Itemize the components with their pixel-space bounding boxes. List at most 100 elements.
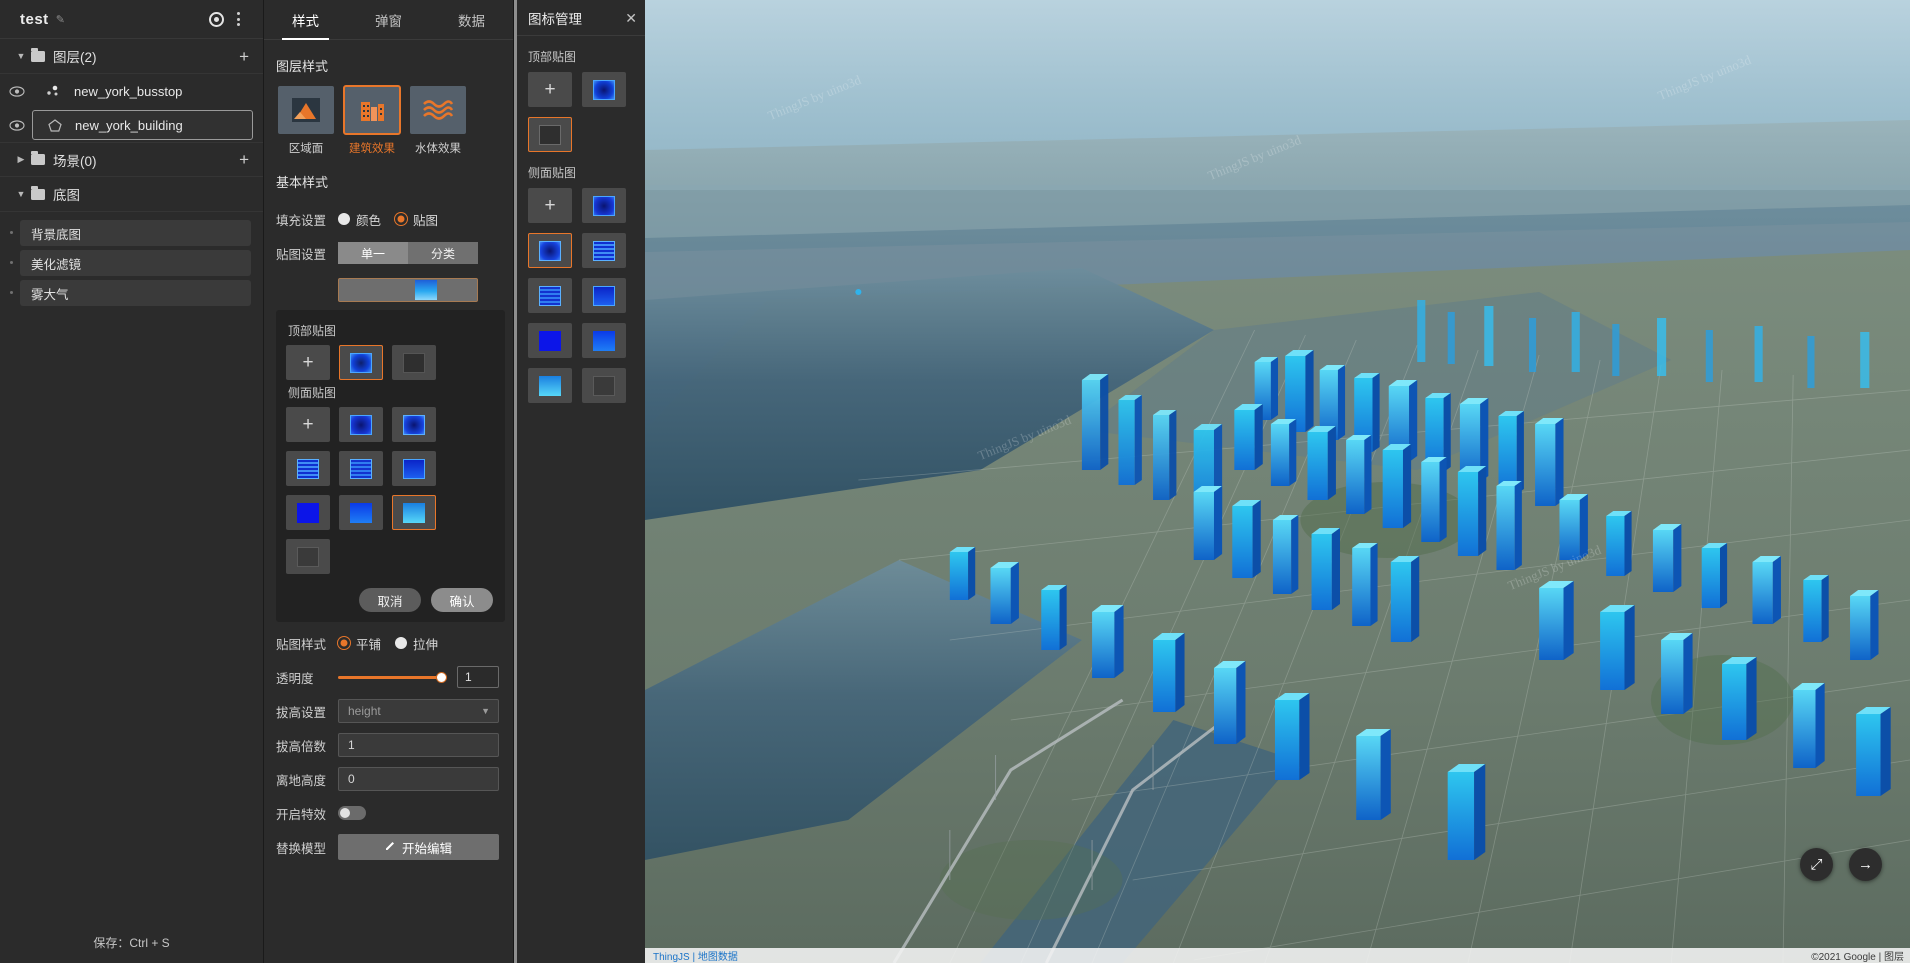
tab-data[interactable]: 数据 [430, 0, 513, 39]
expand-arrows-icon[interactable]: ⤢ [1800, 848, 1833, 881]
layer-item-new-york-busstop[interactable]: new_york_busstop [32, 76, 253, 106]
style-panel: 样式 弹窗 数据 图层样式 区域面 建筑效果 水体效果 基本样式 填充设置 颜色… [264, 0, 514, 963]
texture-swatch-icon [593, 285, 615, 306]
texture-mode-row: 贴图样式 平铺 拉伸 [264, 626, 513, 660]
icon-cell[interactable] [582, 323, 626, 358]
add-texture-button[interactable]: + [286, 345, 330, 380]
layer-style-area-polygon[interactable]: 区域面 [278, 86, 334, 156]
texture-cell[interactable] [392, 495, 436, 530]
style-panel-tabs: 样式 弹窗 数据 [264, 0, 513, 40]
radio-label: 颜色 [356, 213, 382, 228]
texture-cell[interactable] [392, 451, 436, 486]
segment-single[interactable]: 单一 [338, 242, 408, 264]
add-texture-button[interactable]: + [286, 407, 330, 442]
height-field-select[interactable]: height ▼ [338, 699, 499, 723]
radio-tile[interactable]: 平铺 [338, 634, 381, 653]
basemap-item-background[interactable]: 背景底图 [10, 220, 251, 246]
radio-fill-texture[interactable]: 贴图 [395, 210, 438, 229]
slider-knob[interactable] [436, 671, 447, 683]
plus-icon: + [544, 195, 556, 216]
icon-cell[interactable] [528, 368, 572, 403]
layer-style-label: 区域面 [288, 143, 324, 155]
layer-style-building-effect[interactable]: 建筑效果 [343, 85, 401, 156]
confirm-button[interactable]: 确认 [431, 588, 493, 612]
cancel-button[interactable]: 取消 [359, 588, 421, 612]
radio-dot-icon [395, 213, 408, 225]
icon-cell[interactable] [528, 117, 572, 152]
texture-swatch-icon [403, 352, 425, 373]
texture-cell[interactable] [392, 345, 436, 380]
add-scene-button[interactable]: + [239, 151, 249, 168]
edit-title-icon[interactable]: ✎ [56, 13, 65, 26]
opacity-slider[interactable] [338, 670, 447, 684]
ground-offset-input[interactable]: 0 [338, 767, 499, 791]
basemap-list: 背景底图 美化滤镜 雾大气 [0, 212, 263, 306]
start-edit-button[interactable]: 开始编辑 [338, 834, 499, 860]
group-row-basemap[interactable]: ▼ 底图 [0, 177, 263, 212]
texture-cell[interactable] [286, 495, 330, 530]
texture-swatch-thumb [415, 280, 437, 300]
icon-cell[interactable] [582, 233, 626, 268]
icon-cell[interactable] [582, 188, 626, 223]
map-canvas[interactable] [645, 0, 1910, 963]
texture-cell[interactable] [339, 495, 383, 530]
radio-label: 拉伸 [413, 637, 439, 652]
visibility-eye-icon[interactable] [8, 118, 26, 132]
chevron-down-icon: ▼ [481, 706, 490, 716]
popup-side-texture-label: 侧面贴图 [288, 386, 337, 400]
group-row-scenes[interactable]: ▶ 场景(0) + [0, 142, 263, 177]
texture-swatch-icon [593, 330, 615, 351]
group-label-basemap: 底图 [53, 188, 80, 203]
map-viewport[interactable]: ThingJS by uino3d ThingJS by uino3d Thin… [645, 0, 1910, 963]
icon-cell[interactable] [528, 233, 572, 268]
arrow-right-icon[interactable]: → [1849, 848, 1882, 881]
group-label-scenes: 场景(0) [53, 153, 97, 169]
effects-toggle[interactable] [338, 806, 366, 820]
layer-item-new-york-building[interactable]: new_york_building [32, 110, 253, 140]
icon-cell[interactable] [582, 278, 626, 313]
basemap-item-filter[interactable]: 美化滤镜 [10, 250, 251, 276]
attribution-right: ©2021 Google | 图层 [1811, 952, 1904, 963]
folder-icon [31, 151, 45, 165]
segment-classified[interactable]: 分类 [408, 242, 478, 264]
opacity-value[interactable]: 1 [457, 666, 499, 688]
visibility-eye-icon[interactable] [8, 84, 26, 98]
height-scale-input[interactable]: 1 [338, 733, 499, 757]
texture-cell[interactable] [339, 407, 383, 442]
add-icon-button[interactable]: + [528, 188, 572, 223]
locate-icon[interactable] [205, 8, 227, 30]
add-layer-button[interactable]: + [239, 48, 249, 65]
texture-preview-swatch[interactable] [338, 278, 478, 302]
layer-style-water-effect[interactable]: 水体效果 [410, 86, 466, 156]
texture-cell[interactable] [392, 407, 436, 442]
tab-popup[interactable]: 弹窗 [347, 0, 430, 39]
texture-cell[interactable] [286, 451, 330, 486]
icon-cell[interactable] [528, 278, 572, 313]
project-header: test ✎ [0, 0, 263, 39]
more-options-icon[interactable] [227, 8, 249, 30]
radio-fill-color[interactable]: 颜色 [338, 210, 381, 229]
chevron-right-icon[interactable]: ▶ [14, 154, 28, 165]
chevron-down-icon[interactable]: ▼ [14, 51, 28, 61]
project-title: test [20, 10, 49, 28]
texture-cell[interactable] [286, 539, 330, 574]
add-icon-button[interactable]: + [528, 72, 572, 107]
radio-stretch[interactable]: 拉伸 [395, 634, 438, 653]
basemap-item-fog[interactable]: 雾大气 [10, 280, 251, 306]
building-effect-icon [343, 85, 401, 135]
close-icon[interactable]: ✕ [625, 11, 637, 25]
map-navigation-controls: ⤢ → [1800, 848, 1882, 881]
list-item[interactable]: new_york_busstop [0, 74, 263, 108]
texture-swatch-icon [593, 240, 615, 261]
chevron-down-icon[interactable]: ▼ [14, 189, 28, 199]
radio-label: 贴图 [413, 213, 439, 228]
texture-cell[interactable] [339, 345, 383, 380]
list-item[interactable]: new_york_building [0, 108, 263, 142]
icon-cell[interactable] [582, 368, 626, 403]
icon-cell[interactable] [528, 323, 572, 358]
tab-style[interactable]: 样式 [264, 0, 347, 40]
layer-name: new_york_busstop [74, 83, 183, 99]
texture-cell[interactable] [339, 451, 383, 486]
group-row-layers[interactable]: ▼ 图层(2) + [0, 39, 263, 74]
icon-cell[interactable] [582, 72, 626, 107]
